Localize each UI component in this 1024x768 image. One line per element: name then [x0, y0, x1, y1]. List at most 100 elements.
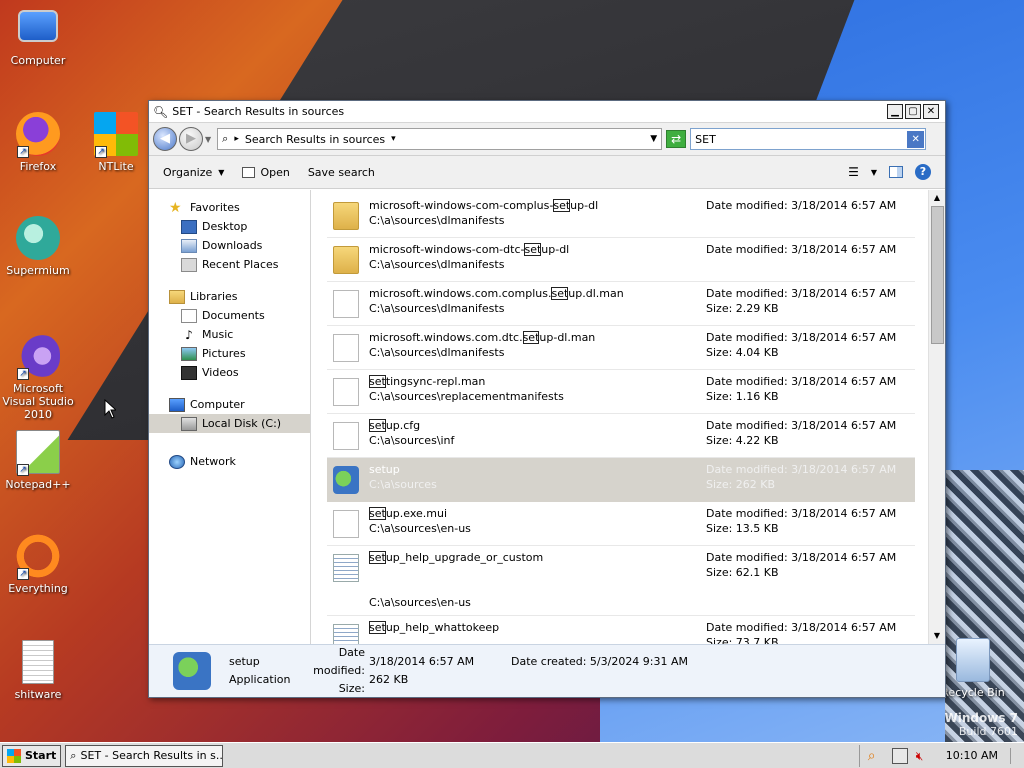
- result-file-name: microsoft.windows.com.dtc.setup-dl.man: [369, 330, 699, 345]
- folder-icon: [333, 202, 359, 230]
- result-row[interactable]: setup_help_upgrade_or_custom C:\a\sources…: [327, 546, 915, 616]
- command-bar: Organize ▼ Open Save search ☰ ▼ ?: [149, 156, 945, 189]
- desktop-icon-shitware[interactable]: shitware: [1, 640, 75, 701]
- address-field[interactable]: ⌕ ▸ Search Results in sources ▾ ▼: [217, 128, 663, 150]
- volume-muted-icon[interactable]: 🔇︎: [916, 748, 932, 764]
- open-button[interactable]: Open: [242, 166, 290, 179]
- result-path: C:\a\sources: [369, 478, 437, 491]
- result-meta-col: Date modified: 3/18/2014 6:57 AM Size: 62…: [706, 546, 896, 615]
- minimize-button[interactable]: ▁: [887, 104, 903, 119]
- search-match-highlight: set: [369, 507, 386, 520]
- help-icon[interactable]: ?: [915, 164, 931, 180]
- videos-icon: [181, 365, 197, 380]
- save-search-button[interactable]: Save search: [308, 166, 375, 179]
- result-meta-col: Date modified: 3/18/2014 6:57 AM: [706, 194, 896, 237]
- address-bar: ◀ ▶ ▼ ⌕ ▸ Search Results in sources ▾ ▼ …: [149, 123, 945, 156]
- result-row[interactable]: setup C:\a\sources Date modified: 3/18/201…: [327, 458, 915, 502]
- nav-favorites[interactable]: ★ Favorites: [149, 198, 310, 217]
- desktop-icon-label: Notepad++: [5, 478, 71, 491]
- nav-desktop[interactable]: Desktop: [149, 217, 310, 236]
- taskbar-item-label: SET - Search Results in s...: [80, 749, 224, 762]
- clear-search-icon[interactable]: ✕: [907, 130, 925, 148]
- computer-icon: [18, 10, 58, 42]
- search-tray-icon[interactable]: ⌕: [868, 748, 884, 764]
- nav-downloads[interactable]: Downloads: [149, 236, 310, 255]
- content-area: ★ Favorites Desktop Downloads Recent Pla…: [149, 190, 945, 644]
- nav-computer[interactable]: Computer: [149, 395, 310, 414]
- result-row[interactable]: microsoft.windows.com.dtc.setup-dl.man C:…: [327, 326, 915, 370]
- result-row[interactable]: setup.exe.mui C:\a\sources\en-us Date modi…: [327, 502, 915, 546]
- taskbar-item-explorer[interactable]: ⌕ SET - Search Results in s...: [65, 744, 224, 767]
- breadcrumb-chevron-icon[interactable]: ▸: [234, 134, 239, 144]
- text-file-icon: [22, 640, 54, 684]
- vertical-scrollbar[interactable]: ▲ ▼: [928, 190, 945, 644]
- scrollbar-thumb[interactable]: [931, 206, 944, 344]
- breadcrumb-search-results[interactable]: Search Results in sources: [245, 133, 385, 146]
- nav-music[interactable]: ♪ Music: [149, 325, 310, 344]
- result-size: Size: 73.7 KB: [706, 636, 779, 644]
- back-button[interactable]: ◀: [153, 127, 177, 151]
- nav-network[interactable]: Network: [149, 452, 310, 471]
- nav-local-disk-c[interactable]: Local Disk (C:): [149, 414, 310, 433]
- desktop-icon-computer[interactable]: Computer: [1, 10, 75, 67]
- maximize-button[interactable]: ▢: [905, 104, 921, 119]
- nav-documents[interactable]: Documents: [149, 306, 310, 325]
- view-options-icon[interactable]: ☰: [848, 165, 859, 179]
- result-path: C:\a\sources\inf: [369, 434, 455, 447]
- start-button[interactable]: Start: [2, 744, 62, 767]
- result-name-suffix: up_help_upgrade_or_custom: [385, 551, 544, 564]
- desktop-icon-recycle-bin[interactable]: Recycle Bin: [936, 638, 1010, 699]
- preview-pane-icon[interactable]: [889, 166, 903, 178]
- desktop-icon-supermium[interactable]: Supermium: [1, 216, 75, 277]
- desktop-icon-everything[interactable]: ↗ Everything: [1, 534, 75, 595]
- organize-button[interactable]: Organize ▼: [163, 166, 224, 179]
- result-name-suffix: tingsync-repl.man: [385, 375, 486, 388]
- close-button[interactable]: ✕: [923, 104, 939, 119]
- address-dropdown-icon[interactable]: ▼: [650, 134, 657, 144]
- desktop-icon-firefox[interactable]: ↗ Firefox: [1, 112, 75, 173]
- title-bar[interactable]: 🔍︎ SET - Search Results in sources ▁ ▢ ✕: [149, 101, 945, 123]
- desktop-icon-visual-studio[interactable]: ↗ Microsoft Visual Studio 2010: [1, 334, 75, 421]
- scroll-up-icon[interactable]: ▲: [929, 190, 945, 206]
- result-row[interactable]: setup_help_whattokeep Date modified: 3/18…: [327, 616, 915, 644]
- nav-label: Downloads: [202, 239, 263, 252]
- nav-libraries[interactable]: Libraries: [149, 287, 310, 306]
- search-icon: ⌕: [222, 132, 229, 145]
- show-desktop-icon[interactable]: [1010, 747, 1020, 764]
- result-row[interactable]: microsoft.windows.com.complus.setup.dl.m…: [327, 282, 915, 326]
- result-file-name: setup: [369, 462, 699, 477]
- desktop-icon-notepadpp[interactable]: ↗ Notepad++: [1, 430, 75, 491]
- search-box[interactable]: ✕: [690, 128, 927, 150]
- result-row[interactable]: settingsync-repl.man C:\a\sources\replace…: [327, 370, 915, 414]
- network-tray-icon[interactable]: [891, 747, 908, 764]
- os-watermark: Windows 7 Build 7601: [945, 712, 1018, 739]
- result-size: Size: 4.22 KB: [706, 434, 779, 447]
- nav-recent-places[interactable]: Recent Places: [149, 255, 310, 274]
- result-date-modified: Date modified: 3/18/2014 6:57 AM: [706, 199, 897, 212]
- result-row[interactable]: microsoft-windows-com-dtc-setup-dl C:\a\s…: [327, 238, 915, 282]
- chevron-down-icon[interactable]: ▼: [871, 168, 877, 177]
- details-created-label: Date created:: [511, 655, 587, 668]
- recent-pages-dropdown-icon[interactable]: ▼: [205, 135, 211, 144]
- supermium-icon: [16, 216, 60, 260]
- taskbar: Start ⌕ SET - Search Results in s... ⌕ 🔇…: [0, 742, 1024, 768]
- chevron-down-icon[interactable]: ▾: [391, 134, 396, 144]
- nav-videos[interactable]: Videos: [149, 363, 310, 382]
- result-row[interactable]: setup.cfg C:\a\sources\inf Date modified: …: [327, 414, 915, 458]
- search-input[interactable]: [691, 130, 908, 148]
- clock[interactable]: 10:10 AM: [946, 749, 998, 762]
- result-meta-col: Date modified: 3/18/2014 6:57 AM Size: 26…: [706, 458, 896, 502]
- forward-button[interactable]: ▶: [179, 127, 203, 151]
- nav-label: Local Disk (C:): [202, 417, 282, 430]
- result-path: C:\a\sources\en-us: [369, 596, 471, 609]
- libraries-icon: [169, 289, 185, 304]
- scroll-down-icon[interactable]: ▼: [929, 628, 945, 644]
- result-name-prefix: microsoft.windows.com.dtc.: [369, 331, 523, 344]
- desktop-icon-ntlite[interactable]: ↗ NTLite: [79, 112, 153, 173]
- refresh-button[interactable]: ⇄: [666, 130, 687, 148]
- result-row[interactable]: microsoft-windows-com-complus-setup-dl C:…: [327, 194, 915, 238]
- details-values-col: 3/18/2014 6:57 AM 262 KB: [369, 653, 499, 689]
- desktop-folder-icon: [181, 219, 197, 234]
- nav-pictures[interactable]: Pictures: [149, 344, 310, 363]
- result-path: C:\a\sources\dlmanifests: [369, 302, 505, 315]
